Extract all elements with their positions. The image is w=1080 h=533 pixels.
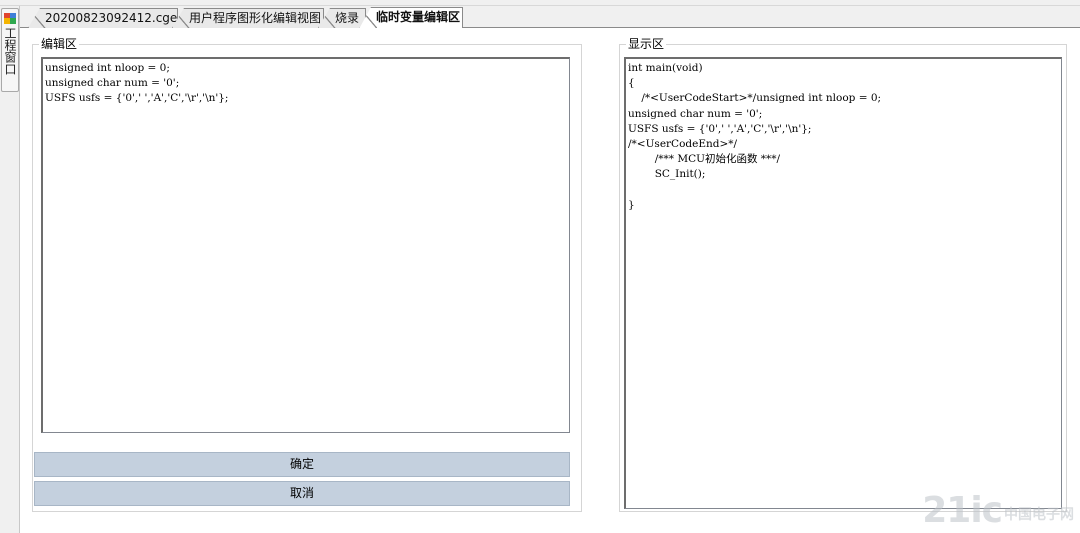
confirm-button[interactable]: 确定 bbox=[34, 452, 570, 477]
display-area-group: 显示区 int main(void) { /*<UserCodeStart>*/… bbox=[619, 37, 1067, 512]
side-panel: 工程窗口 bbox=[0, 6, 20, 533]
display-area-textbox[interactable]: int main(void) { /*<UserCodeStart>*/unsi… bbox=[624, 57, 1062, 509]
watermark-text: 中国电子网 bbox=[1004, 507, 1074, 523]
edit-area-textbox[interactable]: unsigned int nloop = 0; unsigned char nu… bbox=[41, 57, 570, 433]
edit-area-title: 编辑区 bbox=[39, 37, 80, 51]
tab-label: 用户程序图形化编辑视图 bbox=[189, 11, 322, 25]
display-area-title: 显示区 bbox=[626, 37, 667, 51]
project-window-tab[interactable]: 工程窗口 bbox=[1, 8, 19, 92]
tab-graphical-editor[interactable]: 用户程序图形化编辑视图 bbox=[172, 8, 324, 28]
edit-area-group: 编辑区 unsigned int nloop = 0; unsigned cha… bbox=[32, 37, 582, 512]
tab-temp-variable-editor[interactable]: 临时变量编辑区 bbox=[359, 7, 463, 29]
project-window-icon bbox=[4, 13, 16, 24]
tab-label: 临时变量编辑区 bbox=[376, 10, 461, 24]
tab-cgen-file[interactable]: 20200823092412.cgen bbox=[28, 8, 178, 28]
cancel-button[interactable]: 取消 bbox=[34, 481, 570, 506]
watermark: 21ic 中国电子网 bbox=[922, 493, 1074, 529]
tab-burn[interactable]: 烧录 bbox=[318, 8, 366, 28]
main-content: 编辑区 unsigned int nloop = 0; unsigned cha… bbox=[20, 28, 1080, 533]
project-window-label: 工程窗口 bbox=[3, 27, 17, 75]
tab-label: 20200823092412.cgen bbox=[45, 11, 185, 25]
tab-strip: 20200823092412.cgen 用户程序图形化编辑视图 烧录 临时变量编… bbox=[20, 6, 1080, 29]
watermark-logo: 21ic bbox=[922, 490, 1003, 531]
tab-label: 烧录 bbox=[335, 11, 360, 25]
